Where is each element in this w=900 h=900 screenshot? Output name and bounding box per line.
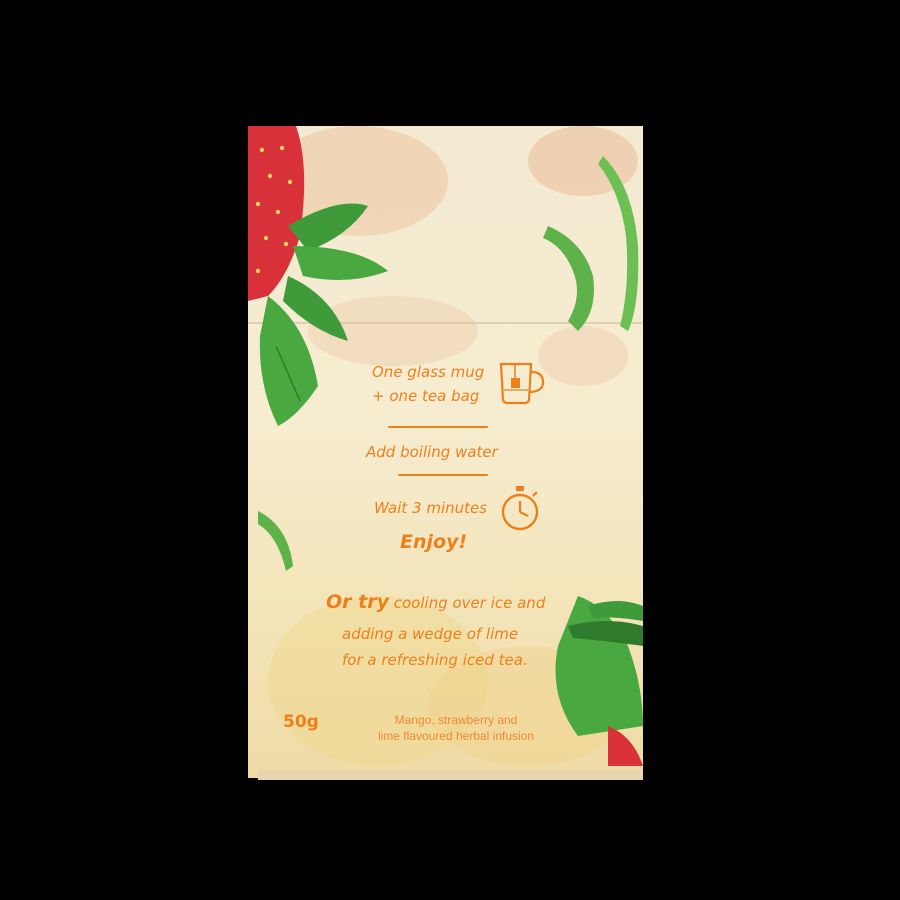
- alt-line2: adding a wedge of lime: [342, 625, 519, 643]
- alt-lead: Or try: [326, 591, 389, 613]
- step1-line2: + one tea bag: [372, 387, 480, 405]
- description-line2: lime flavoured herbal infusion: [377, 729, 535, 743]
- alt-line3: for a refreshing iced tea.: [342, 651, 528, 669]
- step4: Enjoy!: [400, 531, 468, 553]
- alt-line1-rest: cooling over ice and: [388, 594, 546, 612]
- step2: Add boiling water: [366, 443, 498, 461]
- alt-line1: Or try cooling over ice and: [326, 592, 545, 613]
- mug-icon: [499, 362, 545, 405]
- stopwatch-icon: [501, 486, 539, 531]
- divider: [388, 426, 488, 428]
- product-description: Mango, strawberry and lime flavoured her…: [356, 712, 556, 744]
- net-weight: 50g: [283, 712, 319, 732]
- step3: Wait 3 minutes: [374, 499, 488, 517]
- description-line1: Mango, strawberry and: [394, 713, 518, 727]
- step1-line1: One glass mug: [372, 363, 485, 381]
- divider: [398, 474, 488, 476]
